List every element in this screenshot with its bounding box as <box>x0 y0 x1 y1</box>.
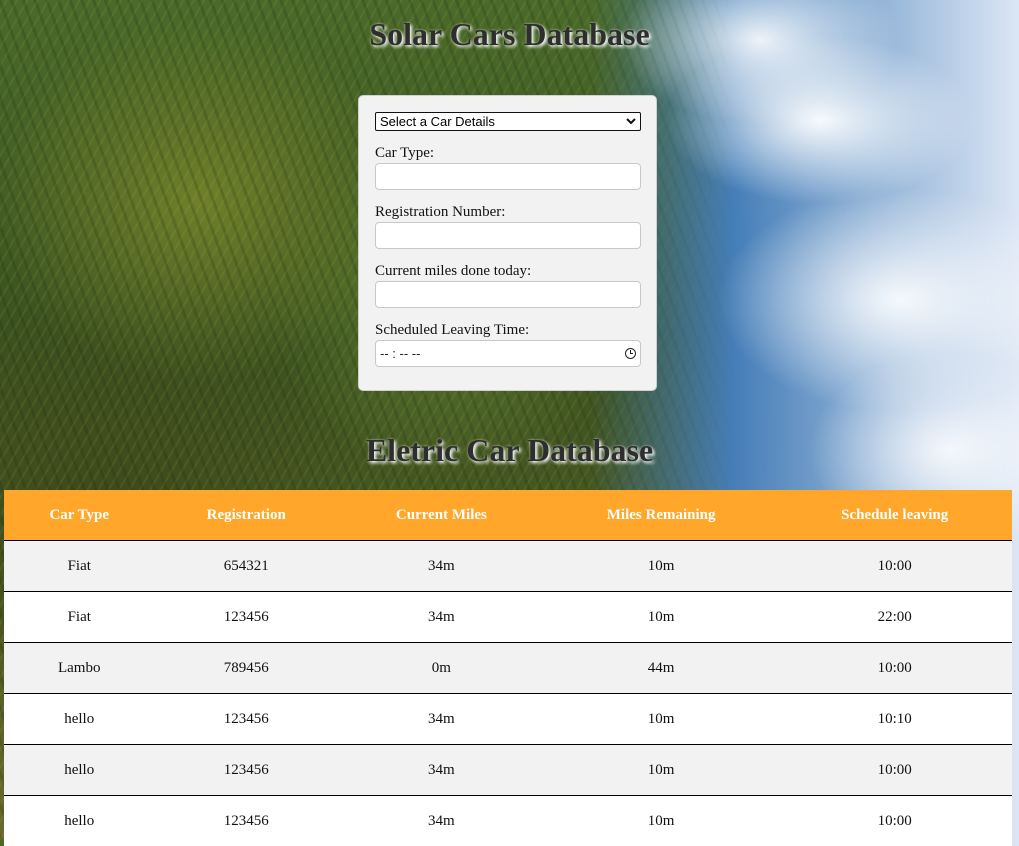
cell-miles-remaining: 10m <box>545 592 778 643</box>
header-registration: Registration <box>154 490 338 541</box>
car-select-value: Select a Car Details <box>380 114 495 129</box>
header-car-type: Car Type <box>4 490 154 541</box>
miles-label: Current miles done today: <box>375 263 640 280</box>
cell-schedule-leaving: 10:10 <box>777 694 1012 745</box>
cell-schedule-leaving: 10:00 <box>777 541 1012 592</box>
cell-current-miles: 34m <box>338 745 545 796</box>
cell-car-type: hello <box>4 745 154 796</box>
cell-miles-remaining: 44m <box>545 643 778 694</box>
leaving-time-input[interactable]: -- : -- -- <box>375 340 641 367</box>
leaving-time-label: Scheduled Leaving Time: <box>375 322 640 339</box>
chevron-down-icon <box>626 118 636 125</box>
registration-label: Registration Number: <box>375 204 640 221</box>
car-details-form: Select a Car Details Car Type: Registrat… <box>358 95 657 391</box>
cell-car-type: hello <box>4 694 154 745</box>
table-title: Eletric Car Database <box>0 432 1019 469</box>
cell-registration: 123456 <box>154 745 338 796</box>
header-current-miles: Current Miles <box>338 490 545 541</box>
cell-car-type: Lambo <box>4 643 154 694</box>
table-row: hello 123456 34m 10m 10:00 <box>4 745 1012 796</box>
cell-schedule-leaving: 10:00 <box>777 643 1012 694</box>
cell-registration: 123456 <box>154 592 338 643</box>
cell-miles-remaining: 10m <box>545 796 778 846</box>
leaving-time-placeholder: -- : -- -- <box>380 346 420 361</box>
cell-schedule-leaving: 10:00 <box>777 745 1012 796</box>
cell-miles-remaining: 10m <box>545 745 778 796</box>
miles-input[interactable] <box>375 281 641 308</box>
clock-icon[interactable] <box>625 348 636 359</box>
cell-miles-remaining: 10m <box>545 541 778 592</box>
car-type-input[interactable] <box>375 163 641 190</box>
cell-schedule-leaving: 22:00 <box>777 592 1012 643</box>
table-row: Fiat 654321 34m 10m 10:00 <box>4 541 1012 592</box>
table-row: Fiat 123456 34m 10m 22:00 <box>4 592 1012 643</box>
cell-miles-remaining: 10m <box>545 694 778 745</box>
cell-car-type: hello <box>4 796 154 846</box>
car-type-label: Car Type: <box>375 145 640 162</box>
cell-registration: 123456 <box>154 796 338 846</box>
header-miles-remaining: Miles Remaining <box>545 490 778 541</box>
header-schedule-leaving: Schedule leaving <box>777 490 1012 541</box>
table-header-row: Car Type Registration Current Miles Mile… <box>4 490 1012 541</box>
cell-registration: 789456 <box>154 643 338 694</box>
cars-table: Car Type Registration Current Miles Mile… <box>4 490 1012 846</box>
cell-car-type: Fiat <box>4 592 154 643</box>
registration-input[interactable] <box>375 222 641 249</box>
table-row: hello 123456 34m 10m 10:10 <box>4 694 1012 745</box>
cell-car-type: Fiat <box>4 541 154 592</box>
table-row: Lambo 789456 0m 44m 10:00 <box>4 643 1012 694</box>
cell-current-miles: 0m <box>338 643 545 694</box>
car-select-dropdown[interactable]: Select a Car Details <box>375 112 641 131</box>
cell-current-miles: 34m <box>338 541 545 592</box>
cell-schedule-leaving: 10:00 <box>777 796 1012 846</box>
cell-registration: 654321 <box>154 541 338 592</box>
page-title: Solar Cars Database <box>0 16 1019 53</box>
cell-current-miles: 34m <box>338 592 545 643</box>
cell-current-miles: 34m <box>338 796 545 846</box>
cell-registration: 123456 <box>154 694 338 745</box>
cell-current-miles: 34m <box>338 694 545 745</box>
table-row: hello 123456 34m 10m 10:00 <box>4 796 1012 846</box>
